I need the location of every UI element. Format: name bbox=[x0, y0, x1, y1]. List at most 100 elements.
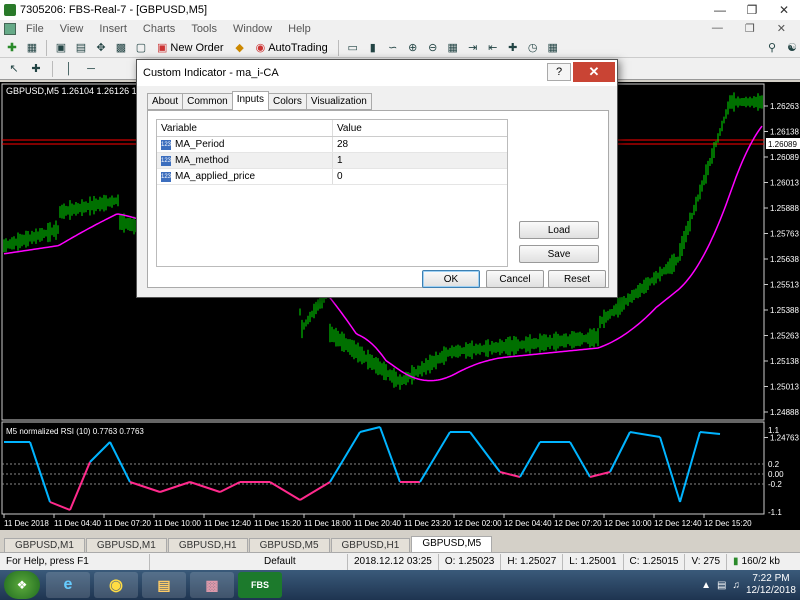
status-datetime: 2018.12.12 03:25 bbox=[348, 553, 439, 570]
tab-inputs[interactable]: Inputs bbox=[231, 91, 269, 111]
candlestick-icon[interactable]: ▮ bbox=[365, 40, 381, 56]
clock-date: 12/12/2018 bbox=[745, 585, 796, 596]
integer-param-icon: 123 bbox=[161, 139, 172, 150]
status-bar: For Help, press F1 Default 2018.12.12 03… bbox=[0, 552, 800, 570]
fbs-app-button[interactable]: FBS bbox=[238, 572, 282, 598]
dialog-close-button[interactable]: ✕ bbox=[573, 62, 615, 82]
time-label: 12 Dec 04:40 bbox=[504, 519, 552, 528]
price-label: 1.25138 bbox=[770, 357, 799, 366]
mdi-restore-button[interactable]: ❐ bbox=[737, 22, 763, 35]
maximize-button[interactable]: ❐ bbox=[736, 0, 768, 20]
network-icon[interactable]: ▤ bbox=[717, 580, 726, 591]
ok-button[interactable]: OK bbox=[422, 270, 480, 288]
column-variable[interactable]: Variable bbox=[157, 120, 333, 136]
load-button[interactable]: Load bbox=[519, 221, 599, 239]
navigator-icon[interactable]: ✥ bbox=[93, 40, 109, 56]
current-price-label: 1.26089 bbox=[768, 140, 797, 149]
chart-tabs: GBPUSD,M1 GBPUSD,M1 GBPUSD,H1 GBPUSD,M5 … bbox=[0, 536, 800, 552]
status-traffic: ▮ 160/2 kb bbox=[727, 554, 786, 570]
menu-file[interactable]: File bbox=[18, 23, 52, 35]
terminal-icon[interactable]: ▩ bbox=[113, 40, 129, 56]
tab-chart-3[interactable]: GBPUSD,H1 bbox=[167, 538, 248, 552]
status-low: L: 1.25001 bbox=[563, 553, 624, 570]
periods-icon[interactable]: ◷ bbox=[525, 40, 541, 56]
mdi-close-button[interactable]: ✕ bbox=[769, 22, 794, 35]
rsi-segment bbox=[659, 436, 681, 503]
tab-about[interactable]: About bbox=[147, 93, 184, 110]
standard-toolbar: ✚ ▦ ▣ ▤ ✥ ▩ ▢ ▣ New Order ◆ ◉ AutoTrading … bbox=[0, 38, 800, 58]
reset-button[interactable]: Reset bbox=[548, 270, 606, 288]
cancel-button[interactable]: Cancel bbox=[486, 270, 544, 288]
menu-help[interactable]: Help bbox=[280, 23, 319, 35]
ie-icon[interactable]: e bbox=[46, 572, 90, 598]
mdi-minimize-button[interactable]: — bbox=[704, 22, 731, 35]
winrar-icon[interactable]: ▩ bbox=[190, 572, 234, 598]
param-value[interactable]: 1 bbox=[333, 153, 507, 168]
param-value[interactable]: 0 bbox=[333, 169, 507, 184]
table-row[interactable]: 123 MA_method 1 bbox=[157, 153, 507, 169]
table-row[interactable]: 123 MA_applied_price 0 bbox=[157, 169, 507, 185]
price-label: 1.26263 bbox=[770, 102, 799, 111]
table-row[interactable]: 123 MA_Period 28 bbox=[157, 137, 507, 153]
dialog-tabs: About Common Inputs Colors Visualization bbox=[147, 91, 372, 111]
vertical-line-icon[interactable]: │ bbox=[61, 61, 77, 77]
autotrading-button[interactable]: ◉ AutoTrading bbox=[252, 39, 332, 57]
tab-chart-4[interactable]: GBPUSD,M5 bbox=[248, 538, 330, 552]
tab-chart-6[interactable]: GBPUSD,M5 bbox=[411, 536, 493, 552]
rsi-segment bbox=[609, 431, 631, 473]
meta-editor-icon[interactable]: ◆ bbox=[232, 40, 248, 56]
community-icon[interactable]: ☯ bbox=[784, 40, 800, 56]
bar-chart-icon[interactable]: ▭ bbox=[345, 40, 361, 56]
explorer-icon[interactable]: ▤ bbox=[142, 572, 186, 598]
strategy-tester-icon[interactable]: ▢ bbox=[133, 40, 149, 56]
rsi-segment bbox=[519, 441, 541, 478]
profiles-icon[interactable]: ▦ bbox=[24, 40, 40, 56]
close-window-button[interactable]: ✕ bbox=[768, 0, 800, 20]
data-window-icon[interactable]: ▤ bbox=[73, 40, 89, 56]
chrome-icon[interactable]: ◉ bbox=[94, 572, 138, 598]
menu-insert[interactable]: Insert bbox=[91, 23, 135, 35]
tab-chart-5[interactable]: GBPUSD,H1 bbox=[330, 538, 411, 552]
tray-chevron-icon[interactable]: ▲ bbox=[701, 580, 711, 591]
menu-window[interactable]: Window bbox=[225, 23, 280, 35]
system-tray: ▲ ▤ ♫ 7:22 PM 12/12/2018 bbox=[701, 572, 796, 598]
autoscroll-icon[interactable]: ⇥ bbox=[465, 40, 481, 56]
tab-chart-2[interactable]: GBPUSD,M1 bbox=[85, 538, 167, 552]
zoom-in-icon[interactable]: ⊕ bbox=[405, 40, 421, 56]
indicators-icon[interactable]: ✚ bbox=[505, 40, 521, 56]
rsi-segment bbox=[679, 431, 701, 503]
line-chart-icon[interactable]: ∽ bbox=[385, 40, 401, 56]
price-label: 1.25388 bbox=[770, 306, 799, 315]
horizontal-line-icon[interactable]: ─ bbox=[83, 61, 99, 77]
time-label: 11 Dec 12:40 bbox=[204, 519, 252, 528]
templates-icon[interactable]: ▦ bbox=[545, 40, 561, 56]
tab-colors[interactable]: Colors bbox=[267, 93, 307, 110]
tile-windows-icon[interactable]: ▦ bbox=[445, 40, 461, 56]
new-chart-icon[interactable]: ✚ bbox=[4, 40, 20, 56]
status-high: H: 1.25027 bbox=[501, 553, 564, 570]
dialog-help-button[interactable]: ? bbox=[547, 63, 571, 81]
crosshair-icon[interactable]: ✚ bbox=[28, 61, 44, 77]
new-order-button[interactable]: ▣ New Order bbox=[153, 39, 228, 57]
tab-chart-1[interactable]: GBPUSD,M1 bbox=[4, 538, 85, 552]
time-label: 11 Dec 23:20 bbox=[404, 519, 452, 528]
param-value[interactable]: 28 bbox=[333, 137, 507, 152]
menu-view[interactable]: View bbox=[52, 23, 92, 35]
chart-shift-icon[interactable]: ⇤ bbox=[485, 40, 501, 56]
search-icon[interactable]: ⚲ bbox=[764, 40, 780, 56]
tab-visualization[interactable]: Visualization bbox=[305, 93, 372, 110]
zoom-out-icon[interactable]: ⊖ bbox=[425, 40, 441, 56]
menu-charts[interactable]: Charts bbox=[135, 23, 183, 35]
cursor-icon[interactable]: ↖ bbox=[6, 61, 22, 77]
market-watch-icon[interactable]: ▣ bbox=[53, 40, 69, 56]
clock[interactable]: 7:22 PM 12/12/2018 bbox=[746, 573, 796, 597]
grid-header: Variable Value bbox=[157, 120, 507, 137]
save-button[interactable]: Save bbox=[519, 245, 599, 263]
minimize-button[interactable]: — bbox=[704, 0, 736, 20]
start-button[interactable]: ❖ bbox=[4, 571, 40, 599]
time-label: 12 Dec 15:20 bbox=[704, 519, 752, 528]
column-value[interactable]: Value bbox=[333, 120, 507, 136]
tab-common[interactable]: Common bbox=[182, 93, 233, 110]
menu-tools[interactable]: Tools bbox=[183, 23, 225, 35]
volume-icon[interactable]: ♫ bbox=[732, 580, 740, 591]
